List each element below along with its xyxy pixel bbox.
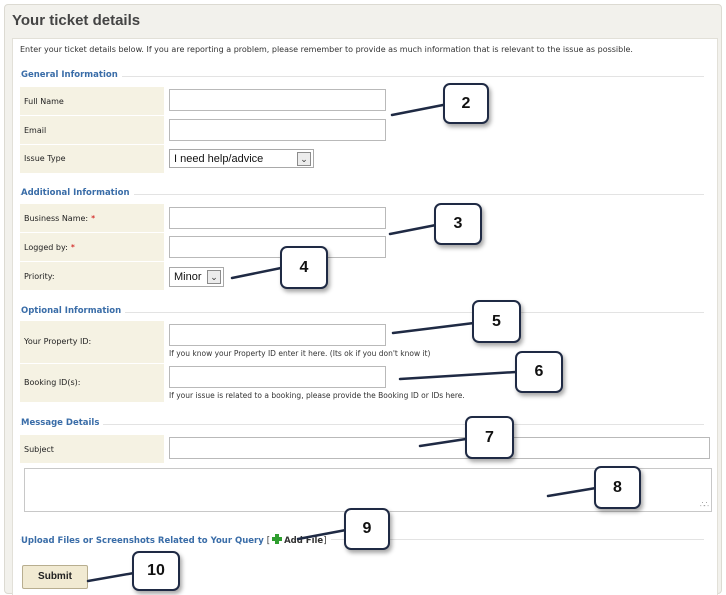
callout-8: 8 — [594, 466, 641, 509]
callout-3: 3 — [434, 203, 482, 245]
callout-5: 5 — [472, 300, 521, 343]
arrow-10 — [86, 571, 136, 583]
arrow-6 — [398, 370, 518, 381]
arrow-9 — [296, 528, 348, 541]
callout-7: 7 — [465, 416, 514, 459]
arrow-3 — [388, 223, 438, 236]
arrow-8 — [546, 486, 598, 498]
arrow-2 — [390, 103, 445, 117]
callout-10: 10 — [132, 551, 180, 591]
arrow-7 — [418, 437, 468, 448]
callout-4: 4 — [280, 246, 328, 289]
arrow-5 — [391, 321, 476, 335]
callout-6: 6 — [515, 351, 563, 393]
callout-9: 9 — [344, 508, 390, 550]
callout-2: 2 — [443, 83, 489, 124]
arrow-4 — [230, 266, 283, 280]
